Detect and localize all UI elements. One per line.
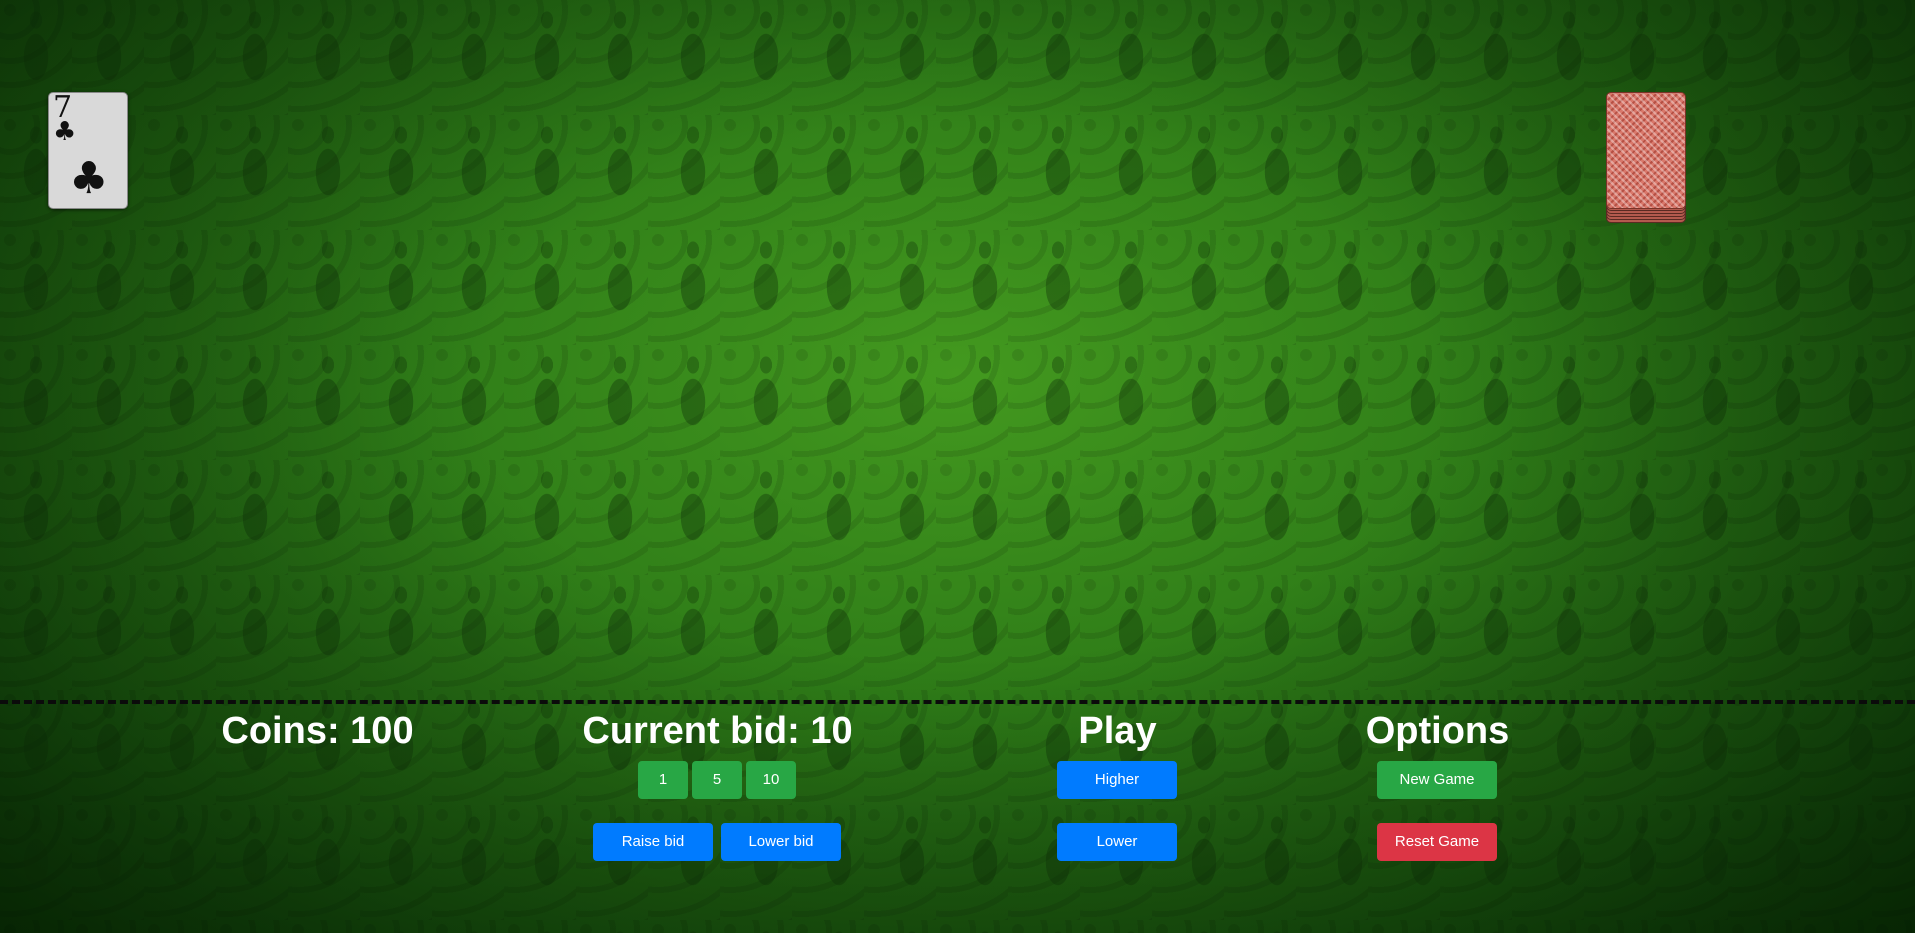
chip-5-button[interactable]: 5 — [692, 761, 742, 799]
reset-game-button[interactable]: Reset Game — [1377, 823, 1497, 861]
coins-panel: Coins: 100 — [210, 706, 425, 756]
play-panel: Play Higher Lower — [1040, 706, 1195, 861]
card-back-icon — [1606, 92, 1686, 209]
play-title: Play — [1078, 710, 1157, 752]
chip-10-button[interactable]: 10 — [746, 761, 796, 799]
bid-panel: Current bid: 10 1 5 10 Raise bid Lower b… — [580, 706, 855, 861]
options-title: Options — [1365, 710, 1510, 752]
bid-actions: Raise bid Lower bid — [593, 823, 841, 861]
lower-bid-button[interactable]: Lower bid — [721, 823, 841, 861]
higher-button[interactable]: Higher — [1057, 761, 1177, 799]
lower-button[interactable]: Lower — [1057, 823, 1177, 861]
options-panel: Options New Game Reset Game — [1345, 706, 1530, 861]
chip-1-button[interactable]: 1 — [638, 761, 688, 799]
current-bid-title: Current bid: 10 — [582, 710, 853, 752]
clubs-suit-icon: ♣ — [53, 117, 77, 147]
bid-chip-group: 1 5 10 — [638, 761, 796, 799]
card-deck — [1606, 92, 1686, 223]
table-divider — [0, 700, 1915, 704]
coins-title: Coins: 100 — [221, 710, 414, 752]
raise-bid-button[interactable]: Raise bid — [593, 823, 713, 861]
new-game-button[interactable]: New Game — [1377, 761, 1497, 799]
clubs-suit-icon-large: ♣ — [69, 153, 109, 204]
player-card: 7 ♣ ♣ — [48, 92, 128, 209]
